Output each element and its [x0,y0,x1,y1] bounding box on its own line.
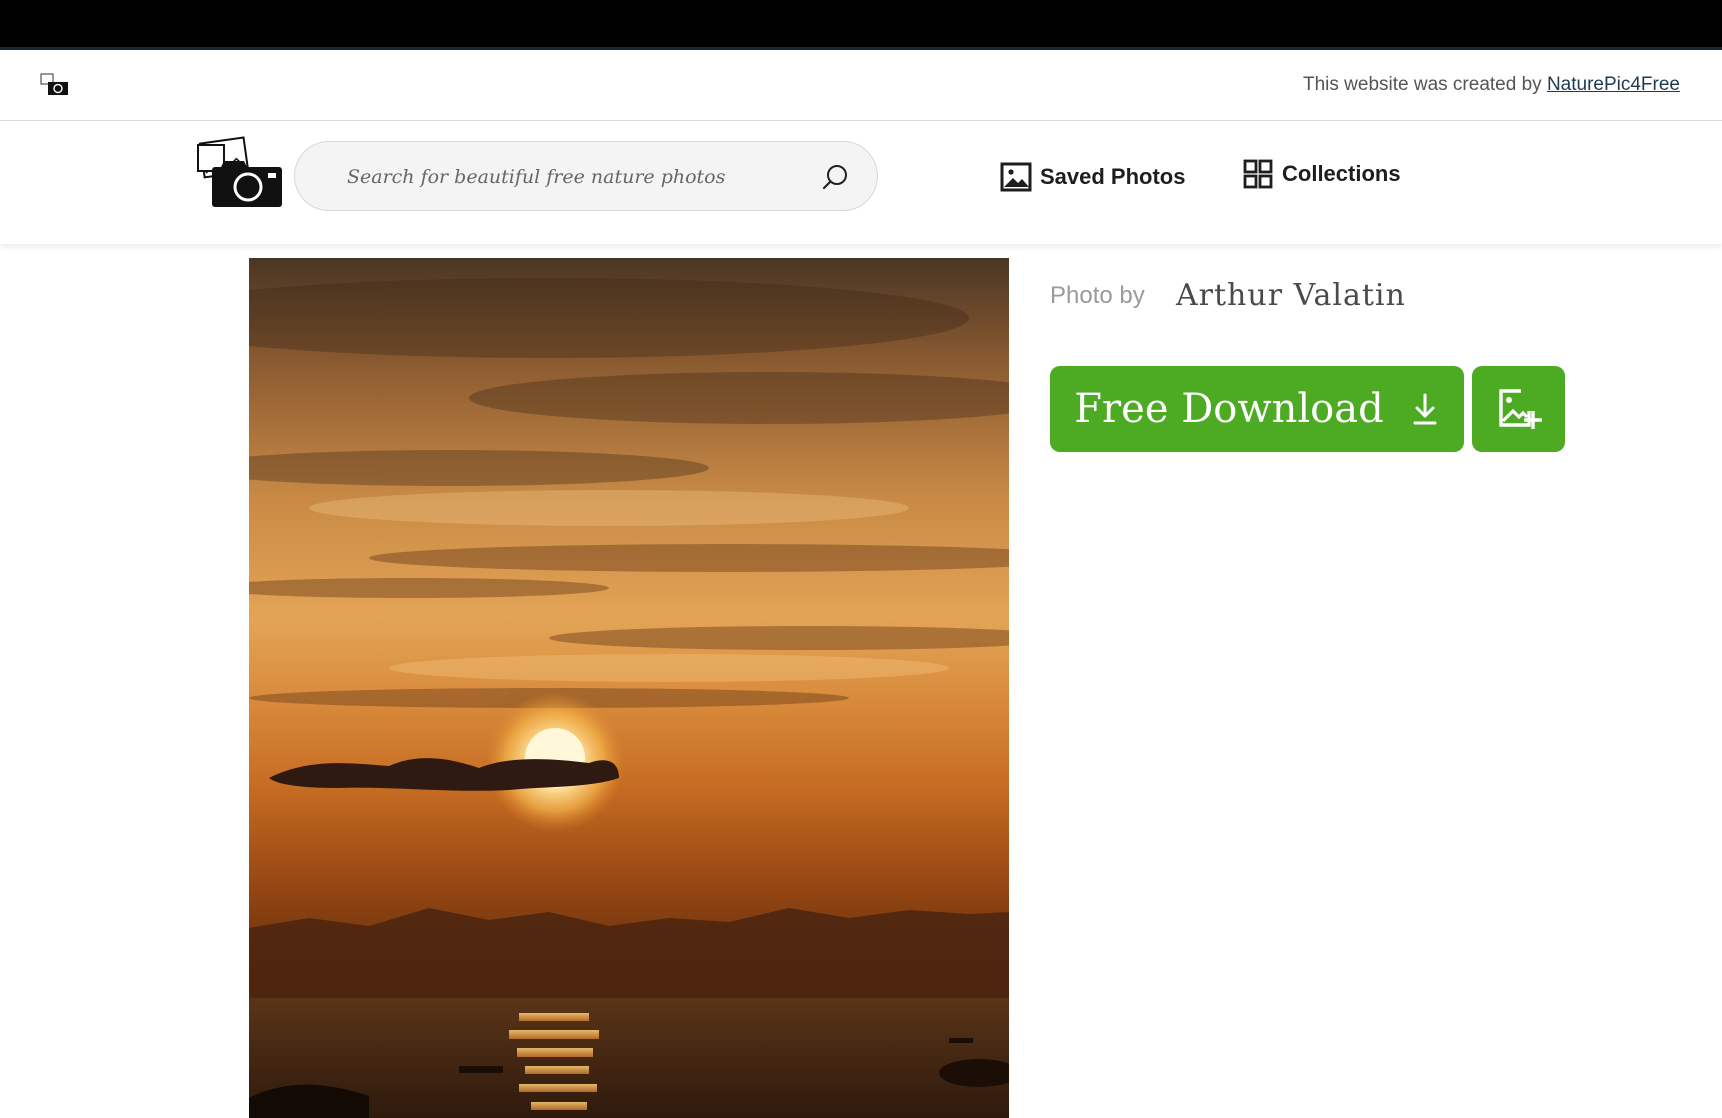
download-arrow-icon [1413,393,1437,425]
add-to-collection-icon [1498,389,1542,429]
site-credit-strip: This website was created by NaturePic4Fr… [0,50,1722,121]
mini-camera-logo-icon[interactable] [40,72,70,98]
add-to-collection-button[interactable] [1472,366,1565,452]
photo-credit-label: Photo by [1050,282,1145,309]
credit-link[interactable]: NaturePic4Free [1547,74,1680,95]
main-photo[interactable] [249,258,1009,1118]
nav-saved-photos[interactable]: Saved Photos [1000,161,1185,193]
site-credit: This website was created by NaturePic4Fr… [1303,74,1680,96]
search-bar [294,141,878,211]
search-icon[interactable] [821,162,851,192]
nav-saved-photos-label: Saved Photos [1040,164,1186,189]
free-download-button[interactable]: Free Download [1050,366,1464,452]
credit-text: This website was created by [1302,74,1542,95]
main-header: Saved Photos Collections [0,121,1722,244]
free-download-label: Free Download [1074,386,1384,432]
photo-author[interactable]: Arthur Valatin [1176,278,1406,313]
grid-icon [1243,159,1273,189]
sunset-image [249,258,1009,1118]
image-icon [1000,162,1032,192]
top-black-bar [0,0,1722,50]
search-input[interactable] [345,158,789,196]
nav-collections[interactable]: Collections [1242,158,1401,190]
camera-logo-icon[interactable] [196,135,284,211]
nav-collections-label: Collections [1282,161,1401,186]
